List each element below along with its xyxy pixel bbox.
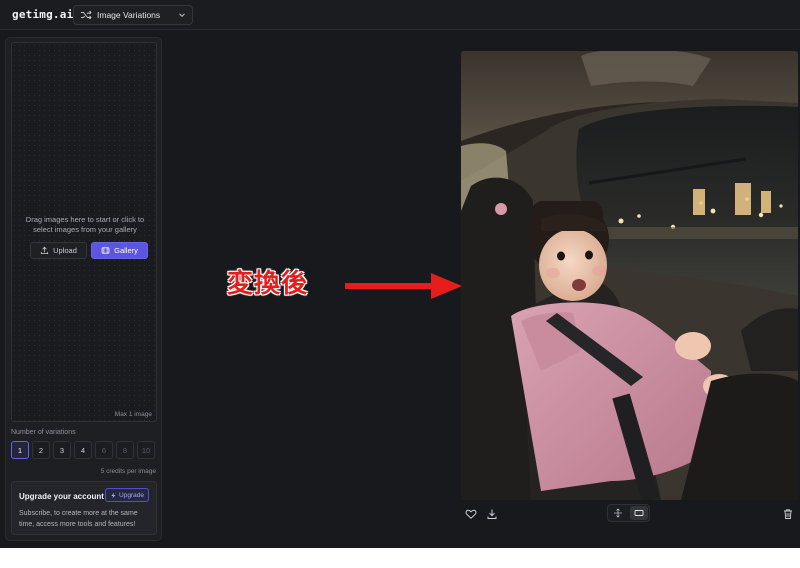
variation-option-4[interactable]: 4 <box>74 441 92 459</box>
result-image[interactable] <box>461 51 798 500</box>
lightning-icon <box>111 492 116 498</box>
variation-option-6: 6 <box>95 441 113 459</box>
dropzone-buttons: Upload Gallery <box>30 242 148 260</box>
annotation-arrow-icon <box>345 273 462 299</box>
view-mode-toggle <box>607 504 650 522</box>
aspect-ratio-button[interactable] <box>629 506 648 520</box>
trash-icon <box>784 509 792 519</box>
variations-selector: 1 2 3 4 6 8 10 <box>11 441 155 459</box>
result-image-illustration <box>461 51 798 500</box>
download-button[interactable] <box>486 508 498 520</box>
aspect-ratio-icon <box>634 510 644 516</box>
upload-button-label: Upload <box>53 246 77 255</box>
sidebar-panel: Drag images here to start or click to se… <box>5 37 162 541</box>
upgrade-text: Subscribe, to create more at the same ti… <box>19 510 138 528</box>
favorite-button[interactable] <box>465 508 477 520</box>
variation-option-8: 8 <box>116 441 134 459</box>
variation-option-10: 10 <box>137 441 155 459</box>
upload-button[interactable]: Upload <box>30 242 87 259</box>
max-images-note: Max 1 image <box>114 411 152 418</box>
gallery-icon <box>101 247 110 254</box>
download-icon <box>487 509 497 519</box>
app-window: getimg.ai Image Variations Drag images h… <box>0 0 800 548</box>
fit-icon <box>614 508 623 518</box>
logo[interactable]: getimg.ai <box>12 8 73 21</box>
variation-option-2[interactable]: 2 <box>32 441 50 459</box>
upgrade-card: Upgrade your account Upgrade Subscribe, … <box>11 481 157 535</box>
heart-icon <box>465 509 477 519</box>
upload-icon <box>41 246 49 255</box>
chevron-down-icon <box>179 13 185 18</box>
image-dropzone[interactable]: Drag images here to start or click to se… <box>11 42 157 422</box>
shuffle-icon <box>81 10 92 20</box>
credits-note: 5 credits per image <box>100 468 156 475</box>
gallery-button-label: Gallery <box>114 246 138 255</box>
variation-option-1[interactable]: 1 <box>11 441 29 459</box>
upgrade-button[interactable]: Upgrade <box>105 488 149 502</box>
annotation-label: 変換後 <box>227 269 309 299</box>
upgrade-title: Upgrade your account <box>19 492 104 501</box>
upgrade-button-label: Upgrade <box>119 491 144 499</box>
tool-selector-label: Image Variations <box>97 10 161 20</box>
variation-option-3[interactable]: 3 <box>53 441 71 459</box>
variations-label: Number of variations <box>11 429 76 436</box>
delete-button[interactable] <box>782 508 794 520</box>
dropzone-instruction: Drag images here to start or click to se… <box>25 215 145 234</box>
tool-selector-dropdown[interactable]: Image Variations <box>73 5 193 25</box>
gallery-button[interactable]: Gallery <box>91 242 148 259</box>
top-bar: getimg.ai Image Variations <box>0 0 800 30</box>
fit-view-button[interactable] <box>609 506 628 520</box>
